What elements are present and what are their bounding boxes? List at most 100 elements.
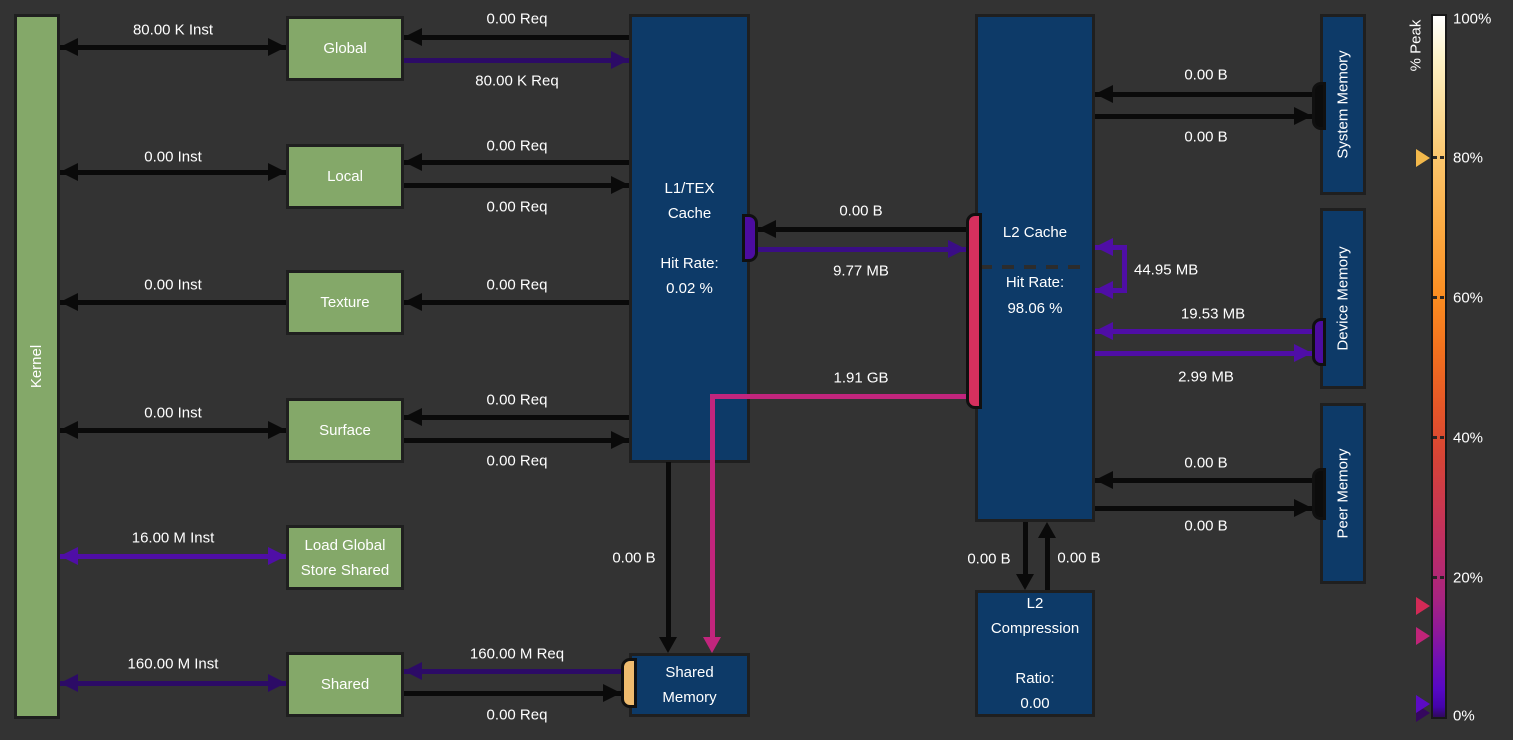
arrowhead-l2-fabric-bottom [1095, 281, 1113, 299]
arrow-l2-to-sharedmem-hline [712, 394, 966, 399]
arrow-kernel-surface-line [60, 428, 286, 433]
surface-label: Surface [319, 418, 371, 443]
l2-compression-label-line1: L2 [1027, 591, 1044, 616]
system-memory-box: System Memory [1320, 14, 1366, 195]
arrowhead-kernel-lgss-right [268, 547, 286, 565]
colorbar-label-0: 0% [1453, 708, 1475, 725]
arrow-l2-to-compression-line [1023, 522, 1028, 576]
arrow-l1-to-surface-line [404, 415, 629, 420]
l2-hit-rate-label: Hit Rate: [978, 270, 1092, 296]
lgss-label-line2: Store Shared [301, 558, 389, 583]
global-label: Global [323, 36, 366, 61]
arrow-kernel-texture-line [60, 300, 286, 305]
colorbar-title: % Peak [1408, 19, 1425, 71]
l2-fabric-loop-vline [1122, 245, 1127, 293]
arrowhead-kernel-shared-left [60, 674, 78, 692]
l2-compression-label-line2: Compression [991, 616, 1079, 641]
arrowhead-sharedmem-to-shared [404, 662, 422, 680]
global-box: Global [286, 16, 404, 81]
label-devmem-to-l2: 19.53 MB [1181, 306, 1245, 323]
shared-memory-label-line1: Shared [665, 660, 713, 685]
arrowhead-l1-to-l2 [948, 240, 966, 258]
l2-compression-ratio-label: Ratio: [1015, 666, 1054, 691]
label-kernel-shared: 160.00 M Inst [128, 656, 219, 673]
arrow-global-to-l1-line [404, 58, 629, 63]
colorbar-marker-12pct [1416, 627, 1430, 645]
colorbar-tick-60 [1433, 296, 1445, 299]
label-peermem-to-l2: 0.00 B [1184, 455, 1227, 472]
peer-memory-port [1312, 468, 1326, 520]
label-l1-to-surface: 0.00 Req [487, 392, 548, 409]
arrowhead-kernel-surface-right [268, 421, 286, 439]
local-label: Local [327, 164, 363, 189]
l1-outgoing-port [742, 214, 758, 262]
peak-colorbar [1431, 14, 1447, 719]
arrow-kernel-lgss-line [60, 554, 286, 559]
arrowhead-l1-to-local [404, 153, 422, 171]
colorbar-tick-40 [1433, 436, 1445, 439]
arrow-kernel-shared-line [60, 681, 286, 686]
colorbar-tick-80 [1433, 156, 1445, 159]
arrowhead-kernel-lgss-left [60, 547, 78, 565]
arrowhead-kernel-global-right [268, 38, 286, 56]
label-l1-to-l2: 9.77 MB [833, 263, 889, 280]
label-sysmem-to-l2: 0.00 B [1184, 67, 1227, 84]
label-l1-to-global: 0.00 Req [487, 11, 548, 28]
arrowhead-l2-to-sharedmem [703, 637, 721, 653]
device-memory-port [1312, 318, 1326, 366]
colorbar-marker-80pct [1416, 149, 1430, 167]
label-compression-to-l2: 0.00 B [1057, 550, 1100, 567]
device-memory-box: Device Memory [1320, 208, 1366, 389]
lgss-label-line1: Load Global [305, 533, 386, 558]
colorbar-label-80: 80% [1453, 150, 1483, 167]
arrow-kernel-global-line [60, 45, 286, 50]
arrow-l1-to-local-line [404, 160, 629, 165]
arrowhead-surface-to-l1 [611, 431, 629, 449]
label-global-to-l1: 80.00 K Req [475, 73, 558, 90]
l2-divider [980, 265, 1090, 269]
shared-memory-box: Shared Memory [629, 653, 750, 717]
arrow-l2-to-peermem-line [1095, 506, 1312, 511]
arrowhead-global-to-l1 [611, 51, 629, 69]
arrow-kernel-local-line [60, 170, 286, 175]
l2-compression-box: L2 Compression Ratio: 0.00 [975, 590, 1095, 717]
arrow-surface-to-l1-line [404, 438, 629, 443]
peer-memory-label: Peer Memory [1335, 448, 1352, 538]
colorbar-marker-16pct [1416, 597, 1430, 615]
l2-compression-spacer [1033, 641, 1037, 666]
arrowhead-l2-to-sysmem [1294, 107, 1312, 125]
arrowhead-kernel-surface-left [60, 421, 78, 439]
arrow-l1-to-texture-line [404, 300, 629, 305]
kernel-box: Kernel [14, 14, 60, 719]
arrowhead-kernel-global-left [60, 38, 78, 56]
shared-box: Shared [286, 652, 404, 717]
system-memory-label: System Memory [1335, 50, 1352, 158]
device-memory-label: Device Memory [1335, 246, 1352, 350]
label-l1-to-sharedmem: 0.00 B [612, 550, 655, 567]
arrow-compression-to-l2-line [1045, 536, 1050, 590]
load-global-store-shared-box: Load Global Store Shared [286, 525, 404, 590]
memory-workload-diagram: Kernel Global Local Texture Surface Load… [0, 0, 1513, 740]
arrowhead-kernel-texture-left [60, 293, 78, 311]
arrowhead-kernel-local-left [60, 163, 78, 181]
arrowhead-shared-to-sharedmem [603, 684, 621, 702]
arrowhead-l2-to-compression [1016, 574, 1034, 590]
label-shared-to-sharedmem: 0.00 Req [487, 707, 548, 724]
arrow-l2-to-l1-line [758, 227, 966, 232]
arrow-l1-to-global-line [404, 35, 629, 40]
colorbar-marker-3pct [1416, 695, 1430, 713]
colorbar-title-wrap: % Peak [1400, 12, 1432, 78]
label-kernel-local: 0.00 Inst [144, 149, 202, 166]
arrowhead-l1-to-surface [404, 408, 422, 426]
arrowhead-kernel-local-right [268, 163, 286, 181]
arrow-shared-to-sharedmem-line [404, 691, 621, 696]
l1tex-hit-rate-label: Hit Rate: [660, 251, 718, 276]
label-l1-to-local: 0.00 Req [487, 138, 548, 155]
label-l2-to-sysmem: 0.00 B [1184, 129, 1227, 146]
l2-cache-box: L2 Cache Hit Rate: 98.06 % [975, 14, 1095, 522]
label-l2-fabric: 44.95 MB [1134, 262, 1198, 279]
arrowhead-l2-to-l1 [758, 220, 776, 238]
l2-compression-ratio-value: 0.00 [1020, 691, 1049, 716]
l1tex-hit-rate-value: 0.02 % [666, 276, 713, 301]
label-sharedmem-to-shared: 160.00 M Req [470, 646, 564, 663]
